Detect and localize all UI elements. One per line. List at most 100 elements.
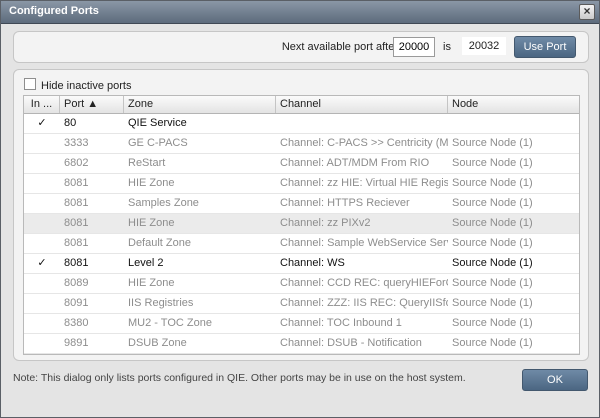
table-row[interactable]: 8081 HIE Zone Channel: zz PIXv2 Source Node… — [24, 214, 579, 234]
row-channel: Channel: zz HIE: Virtual HIE Registr... — [280, 177, 448, 189]
row-port: 8081 — [64, 237, 89, 249]
row-channel: Channel: DSUB - Notification — [280, 337, 422, 349]
row-zone: ReStart — [124, 354, 276, 355]
row-zone: ReStart — [128, 157, 166, 169]
row-node — [448, 114, 579, 133]
row-port: 8089 — [64, 277, 89, 289]
row-node: Source Node (1) — [452, 157, 533, 169]
row-port: 80 — [64, 117, 77, 129]
table-row[interactable]: 8081 HIE Zone Channel: zz HIE: Virtual HIE… — [24, 174, 579, 194]
row-port: 3333 — [64, 137, 89, 149]
table-row[interactable]: 6802 ReStart Channel: ADT/MDM From RIO Sour… — [24, 154, 579, 174]
title-bar[interactable]: Configured Ports × — [1, 1, 599, 24]
table-row[interactable]: 9891 DSUB Zone Channel: DSUB - Notificatio… — [24, 334, 579, 354]
row-port: 8081 — [64, 217, 89, 229]
row-node: Source Node (1) — [452, 177, 533, 189]
available-port-value: 20032 — [462, 37, 506, 55]
row-port: 9891 — [64, 337, 89, 349]
row-channel: Channel: WS — [280, 257, 345, 269]
row-active-check: ✓ — [37, 257, 47, 269]
row-zone: Level 2 — [128, 257, 164, 269]
row-zone: IIS Registries — [128, 297, 194, 309]
row-zone: Samples Zone — [128, 197, 199, 209]
row-node: Source Node (1) — [452, 297, 533, 309]
row-node: Source Node (1) — [452, 197, 533, 209]
row-active-check — [24, 334, 60, 353]
row-port: 6802 — [64, 157, 89, 169]
row-port: 8091 — [64, 297, 89, 309]
is-label: is — [443, 41, 451, 53]
column-header-port[interactable]: Port ▲ — [60, 96, 124, 113]
row-channel: Channel: Test1 — [276, 354, 448, 355]
row-port: 10001 — [60, 354, 124, 355]
row-zone: HIE Zone — [128, 177, 175, 189]
configured-ports-dialog: Configured Ports × Next available port a… — [0, 0, 600, 418]
row-port: 8380 — [64, 317, 89, 329]
row-active-check — [24, 214, 60, 233]
use-port-button[interactable]: Use Port — [514, 36, 576, 58]
row-node: Source Node (1) — [452, 257, 533, 269]
ports-table: In ... Port ▲ Zone Channel Node ✓ 80 QIE S… — [23, 95, 580, 355]
row-active-check — [24, 314, 60, 333]
next-port-label: Next available port after — [281, 41, 398, 53]
row-active-check — [24, 354, 60, 355]
row-channel: Channel: ADT/MDM From RIO — [280, 157, 430, 169]
row-active-check — [24, 134, 60, 153]
table-row[interactable]: 8089 HIE Zone Channel: CCD REC: queryHIEFo… — [24, 274, 579, 294]
table-row[interactable]: ✓ 80 QIE Service — [24, 114, 579, 134]
row-channel — [276, 114, 448, 133]
row-active-check — [24, 154, 60, 173]
hide-inactive-checkbox[interactable] — [24, 78, 36, 90]
row-active-check: ✓ — [37, 117, 47, 129]
row-zone: QIE Service — [128, 117, 187, 129]
row-port: 8081 — [64, 257, 89, 269]
row-port: 8081 — [64, 197, 89, 209]
close-icon[interactable]: × — [579, 4, 595, 20]
row-active-check — [24, 274, 60, 293]
row-zone: DSUB Zone — [128, 337, 187, 349]
table-row[interactable]: 8091 IIS Registries Channel: ZZZ: IIS REC:… — [24, 294, 579, 314]
footer-note: Note: This dialog only lists ports confi… — [13, 372, 466, 384]
port-finder-panel: Next available port after is 20032 Use P… — [13, 31, 589, 63]
table-header: In ... Port ▲ Zone Channel Node — [24, 96, 579, 114]
row-zone: Default Zone — [128, 237, 191, 249]
row-zone: HIE Zone — [128, 277, 175, 289]
row-active-check — [24, 294, 60, 313]
table-row[interactable]: 8380 MU2 - TOC Zone Channel: TOC Inbound 1… — [24, 314, 579, 334]
row-node: Source Node (1) — [452, 277, 533, 289]
row-channel: Channel: zz PIXv2 — [280, 217, 371, 229]
row-channel: Channel: HTTPS Reciever — [280, 197, 410, 209]
hide-inactive-label: Hide inactive ports — [41, 80, 132, 92]
hide-inactive-toggle[interactable]: Hide inactive ports — [24, 78, 132, 92]
ok-button[interactable]: OK — [522, 369, 588, 391]
ports-list-panel: Hide inactive ports In ... Port ▲ Zone C… — [13, 69, 589, 361]
row-channel: Channel: TOC Inbound 1 — [280, 317, 402, 329]
row-node: Source Node (1) — [452, 137, 533, 149]
table-row[interactable]: 8081 Samples Zone Channel: HTTPS Reciever S… — [24, 194, 579, 214]
dialog-title: Configured Ports — [9, 5, 99, 17]
table-row[interactable]: ✓ 8081 Level 2 Channel: WS Source Node (1) — [24, 254, 579, 274]
row-port: 8081 — [64, 177, 89, 189]
row-zone: MU2 - TOC Zone — [128, 317, 212, 329]
row-channel: Channel: C-PACS >> Centricity (MDM) — [280, 137, 448, 149]
row-node: Source Node (1) — [452, 337, 533, 349]
start-port-input[interactable] — [393, 37, 435, 57]
row-node: Source Node (1) — [452, 317, 533, 329]
row-node: Source Node (1) — [452, 237, 533, 249]
row-channel: Channel: ZZZ: IIS REC: QueryIISfor... — [280, 297, 448, 309]
table-row[interactable]: 3333 GE C-PACS Channel: C-PACS >> Centrici… — [24, 134, 579, 154]
row-channel: Channel: CCD REC: queryHIEForCCD — [280, 277, 448, 289]
row-active-check — [24, 234, 60, 253]
column-header-zone[interactable]: Zone — [124, 96, 276, 113]
table-row[interactable]: 8081 Default Zone Channel: Sample WebServi… — [24, 234, 579, 254]
row-node: Source Node (1) — [448, 354, 579, 355]
row-active-check — [24, 194, 60, 213]
row-node: Source Node (1) — [452, 217, 533, 229]
row-channel: Channel: Sample WebService Server — [280, 237, 448, 249]
table-row[interactable]: 10001ReStartChannel: Test1Source Node (1… — [24, 354, 579, 355]
column-header-node[interactable]: Node — [448, 96, 579, 113]
row-zone: HIE Zone — [128, 217, 175, 229]
column-header-channel[interactable]: Channel — [276, 96, 448, 113]
column-header-in[interactable]: In ... — [24, 96, 60, 113]
row-zone: GE C-PACS — [128, 137, 188, 149]
